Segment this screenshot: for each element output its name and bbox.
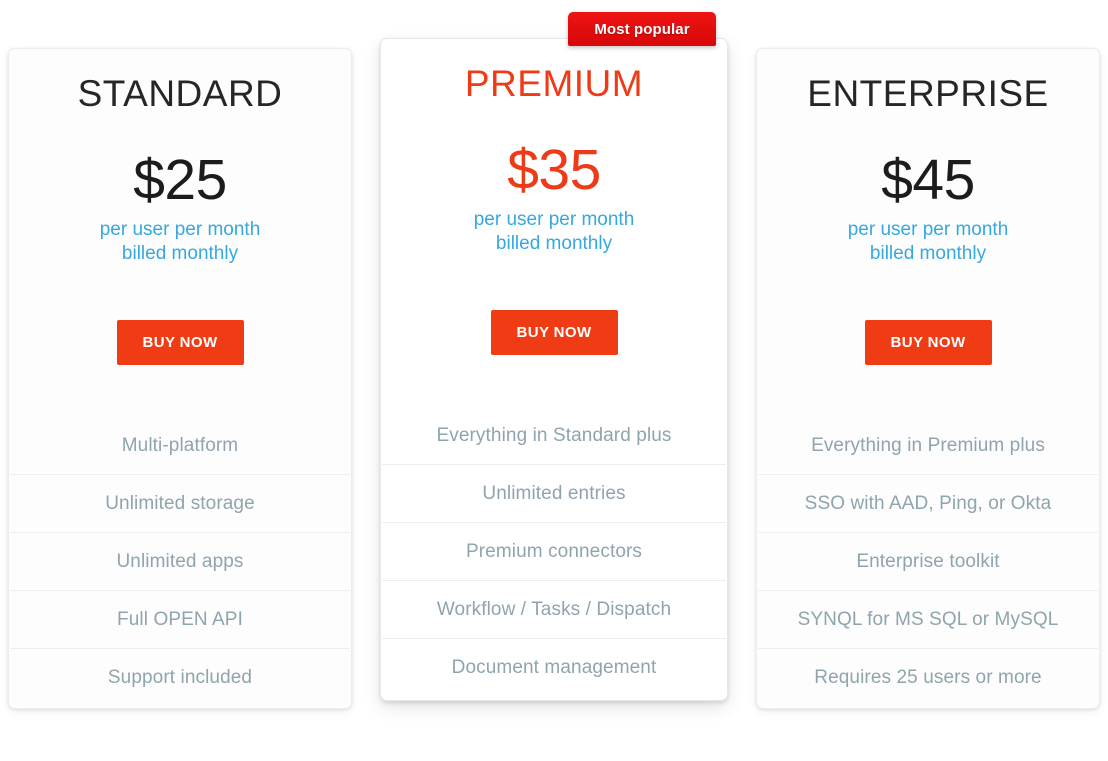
feature-item: Enterprise toolkit: [758, 532, 1098, 590]
plan-price-note: per user per month billed monthly: [771, 218, 1085, 267]
pricing-card-standard[interactable]: STANDARD $25 per user per month billed m…: [8, 48, 352, 710]
price-note-line-1: per user per month: [473, 208, 635, 230]
feature-list: Multi-platform Unlimited storage Unlimit…: [9, 418, 351, 706]
feature-item: SYNQL for MS SQL or MySQL: [758, 590, 1098, 648]
card-header: ENTERPRISE $45 per user per month billed…: [757, 49, 1099, 266]
feature-item: Everything in Premium plus: [811, 435, 1045, 457]
feature-item: Everything in Standard plus: [436, 425, 672, 447]
price-note-line-2: billed monthly: [869, 243, 987, 265]
price-note-line-2: billed monthly: [121, 243, 239, 265]
card-header: STANDARD $25 per user per month billed m…: [9, 49, 351, 266]
feature-item: Full OPEN API: [10, 590, 350, 648]
plan-price-note: per user per month billed monthly: [23, 218, 337, 267]
pricing-table: STANDARD $25 per user per month billed m…: [0, 0, 1108, 761]
buy-now-button[interactable]: BUY NOW: [490, 309, 618, 355]
card-header: PREMIUM $35 per user per month billed mo…: [381, 39, 727, 256]
feature-list: Everything in Standard plus Unlimited en…: [381, 408, 727, 696]
feature-item: Unlimited apps: [10, 532, 350, 590]
buy-now-button[interactable]: BUY NOW: [116, 319, 244, 365]
plan-name: ENTERPRISE: [807, 73, 1049, 114]
buy-now-button[interactable]: BUY NOW: [864, 319, 992, 365]
feature-item: Unlimited storage: [10, 474, 350, 532]
pricing-card-list: STANDARD $25 per user per month billed m…: [0, 0, 1108, 761]
feature-item: Support included: [10, 648, 350, 706]
cta-zone: BUY NOW: [9, 266, 351, 418]
feature-item: Workflow / Tasks / Dispatch: [382, 580, 726, 638]
price-note-line-1: per user per month: [847, 218, 1009, 240]
price-note-line-2: billed monthly: [495, 233, 613, 255]
most-popular-badge: Most popular: [568, 12, 716, 46]
cta-zone: BUY NOW: [381, 256, 727, 408]
feature-item: Premium connectors: [382, 522, 726, 580]
feature-item: Unlimited entries: [382, 464, 726, 522]
pricing-card-premium[interactable]: PREMIUM $35 per user per month billed mo…: [380, 38, 728, 702]
feature-item: Multi-platform: [121, 435, 239, 457]
plan-price-note: per user per month billed monthly: [395, 208, 713, 257]
feature-item: Requires 25 users or more: [758, 648, 1098, 706]
price-note-line-1: per user per month: [99, 218, 261, 240]
plan-price: $25: [133, 147, 227, 212]
plan-name: PREMIUM: [464, 63, 644, 104]
most-popular-badge-label: Most popular: [594, 20, 690, 38]
plan-price: $35: [507, 137, 601, 202]
feature-list: Everything in Premium plus SSO with AAD,…: [757, 418, 1099, 706]
plan-price: $45: [881, 147, 975, 212]
feature-item: SSO with AAD, Ping, or Okta: [758, 474, 1098, 532]
plan-name: STANDARD: [77, 73, 283, 114]
cta-zone: BUY NOW: [757, 266, 1099, 418]
feature-item: Document management: [382, 638, 726, 696]
pricing-card-enterprise[interactable]: ENTERPRISE $45 per user per month billed…: [756, 48, 1100, 710]
